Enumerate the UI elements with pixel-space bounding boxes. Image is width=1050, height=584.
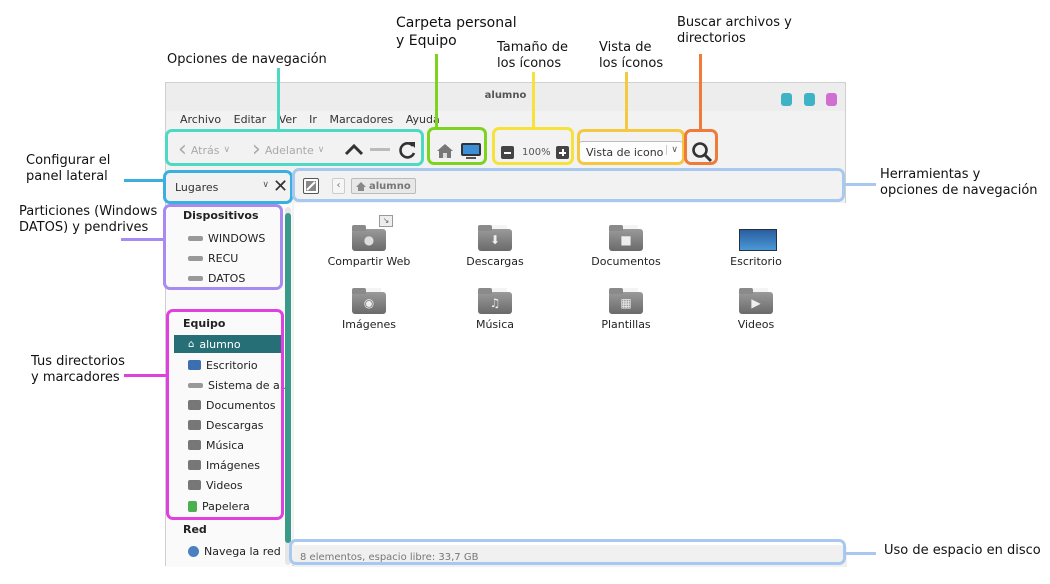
- menu-archivo[interactable]: Archivo: [180, 113, 221, 126]
- icon-size-line: [532, 72, 535, 128]
- disk-usage-highlight: [289, 539, 846, 565]
- directories-highlight: [166, 309, 284, 520]
- videos-folder-icon: ▶: [739, 288, 773, 314]
- file-label: Música: [475, 318, 515, 331]
- callout-tools-1: Herramientas y: [880, 167, 981, 182]
- sidebar-item-network[interactable]: Navega la red: [188, 542, 281, 560]
- callout-partitions-2: DATOS) y pendrives: [19, 220, 149, 235]
- file-item-compartir-web[interactable]: ● ↘ Compartir Web: [314, 215, 424, 268]
- file-item-documentos[interactable]: ■ Documentos: [571, 225, 681, 268]
- window-title: alumno: [484, 90, 527, 101]
- file-label: Compartir Web: [327, 255, 411, 268]
- minimize-button[interactable]: [781, 93, 792, 106]
- callout-icon-view-1: Vista de: [599, 40, 652, 55]
- file-label: Imágenes: [342, 318, 396, 331]
- callout-search-2: directorios: [677, 31, 746, 46]
- nav-options-highlight: [165, 129, 424, 166]
- downloads-folder-icon: ⬇: [478, 225, 512, 251]
- titlebar: alumno: [166, 83, 845, 111]
- desktop-folder-icon: [739, 225, 777, 251]
- sidebar-config-highlight: [163, 170, 293, 204]
- callout-icon-size-1: Tamaño de: [497, 40, 568, 55]
- shared-folder-icon: ● ↘: [352, 215, 393, 251]
- partitions-highlight: [163, 204, 283, 290]
- file-item-videos[interactable]: ▶ Videos: [701, 288, 811, 331]
- file-item-escritorio[interactable]: Escritorio: [701, 225, 811, 268]
- file-label: Descargas: [466, 255, 524, 268]
- network-icon: [188, 545, 199, 557]
- directories-line: [124, 374, 168, 377]
- menu-marcadores[interactable]: Marcadores: [329, 113, 393, 126]
- callout-nav-options: Opciones de navegación: [167, 52, 327, 67]
- menu-editar[interactable]: Editar: [234, 113, 267, 126]
- tools-highlight: [292, 168, 845, 202]
- documents-folder-icon: ■: [609, 225, 643, 251]
- callout-search-1: Buscar archivos y: [677, 15, 792, 30]
- partitions-line: [121, 238, 165, 241]
- callout-dirs-1: Tus directorios: [31, 354, 125, 369]
- file-label: Plantillas: [601, 318, 651, 331]
- network-heading: Red: [183, 523, 207, 536]
- sidebar-item-label: Navega la red: [204, 544, 281, 558]
- file-item-descargas[interactable]: ⬇ Descargas: [440, 225, 550, 268]
- file-item-plantillas[interactable]: ▦ Plantillas: [571, 288, 681, 331]
- file-view: ● ↘ Compartir Web ⬇ Descargas ■ Document…: [294, 203, 847, 545]
- callout-icon-view-2: los íconos: [599, 56, 664, 71]
- templates-folder-icon: ▦: [609, 288, 643, 314]
- callout-home-computer-1: Carpeta personal: [396, 15, 517, 31]
- icon-view-highlight: [577, 129, 685, 165]
- menubar: Archivo Editar Ver Ir Marcadores Ayuda: [180, 113, 449, 129]
- callout-partitions-1: Particiones (Windows: [19, 204, 158, 219]
- icon-size-highlight: [492, 127, 574, 165]
- maximize-button[interactable]: [804, 93, 815, 106]
- menu-ir[interactable]: Ir: [309, 113, 317, 126]
- callout-tools-2: opciones de navegación: [880, 183, 1038, 198]
- search-line: [699, 54, 702, 130]
- file-item-musica[interactable]: ♫ Música: [440, 288, 550, 331]
- callout-sidebar-config-2: panel lateral: [26, 169, 108, 184]
- home-computer-highlight: [427, 127, 487, 165]
- menu-ver[interactable]: Ver: [279, 113, 297, 126]
- file-item-imagenes[interactable]: ◉ Imágenes: [314, 288, 424, 331]
- sidebar-scrollbar-thumb[interactable]: [285, 213, 291, 543]
- file-label: Escritorio: [730, 255, 782, 268]
- home-computer-line: [435, 54, 438, 128]
- search-highlight: [684, 129, 718, 165]
- sidebar-config-line: [124, 179, 165, 182]
- callout-disk-usage: Uso de espacio en disco: [884, 543, 1041, 558]
- tools-line: [843, 183, 876, 186]
- pictures-folder-icon: ◉: [352, 288, 386, 314]
- file-label: Documentos: [591, 255, 661, 268]
- icon-view-line: [625, 72, 628, 130]
- callout-home-computer-2: y Equipo: [396, 33, 457, 49]
- callout-sidebar-config-1: Configurar el: [26, 153, 111, 168]
- nav-options-line: [277, 68, 280, 130]
- music-folder-icon: ♫: [478, 288, 512, 314]
- disk-usage-line: [843, 552, 876, 555]
- close-button[interactable]: [826, 93, 837, 106]
- callout-icon-size-2: los íconos: [497, 56, 562, 71]
- file-label: Videos: [737, 318, 775, 331]
- callout-dirs-2: y marcadores: [31, 370, 120, 385]
